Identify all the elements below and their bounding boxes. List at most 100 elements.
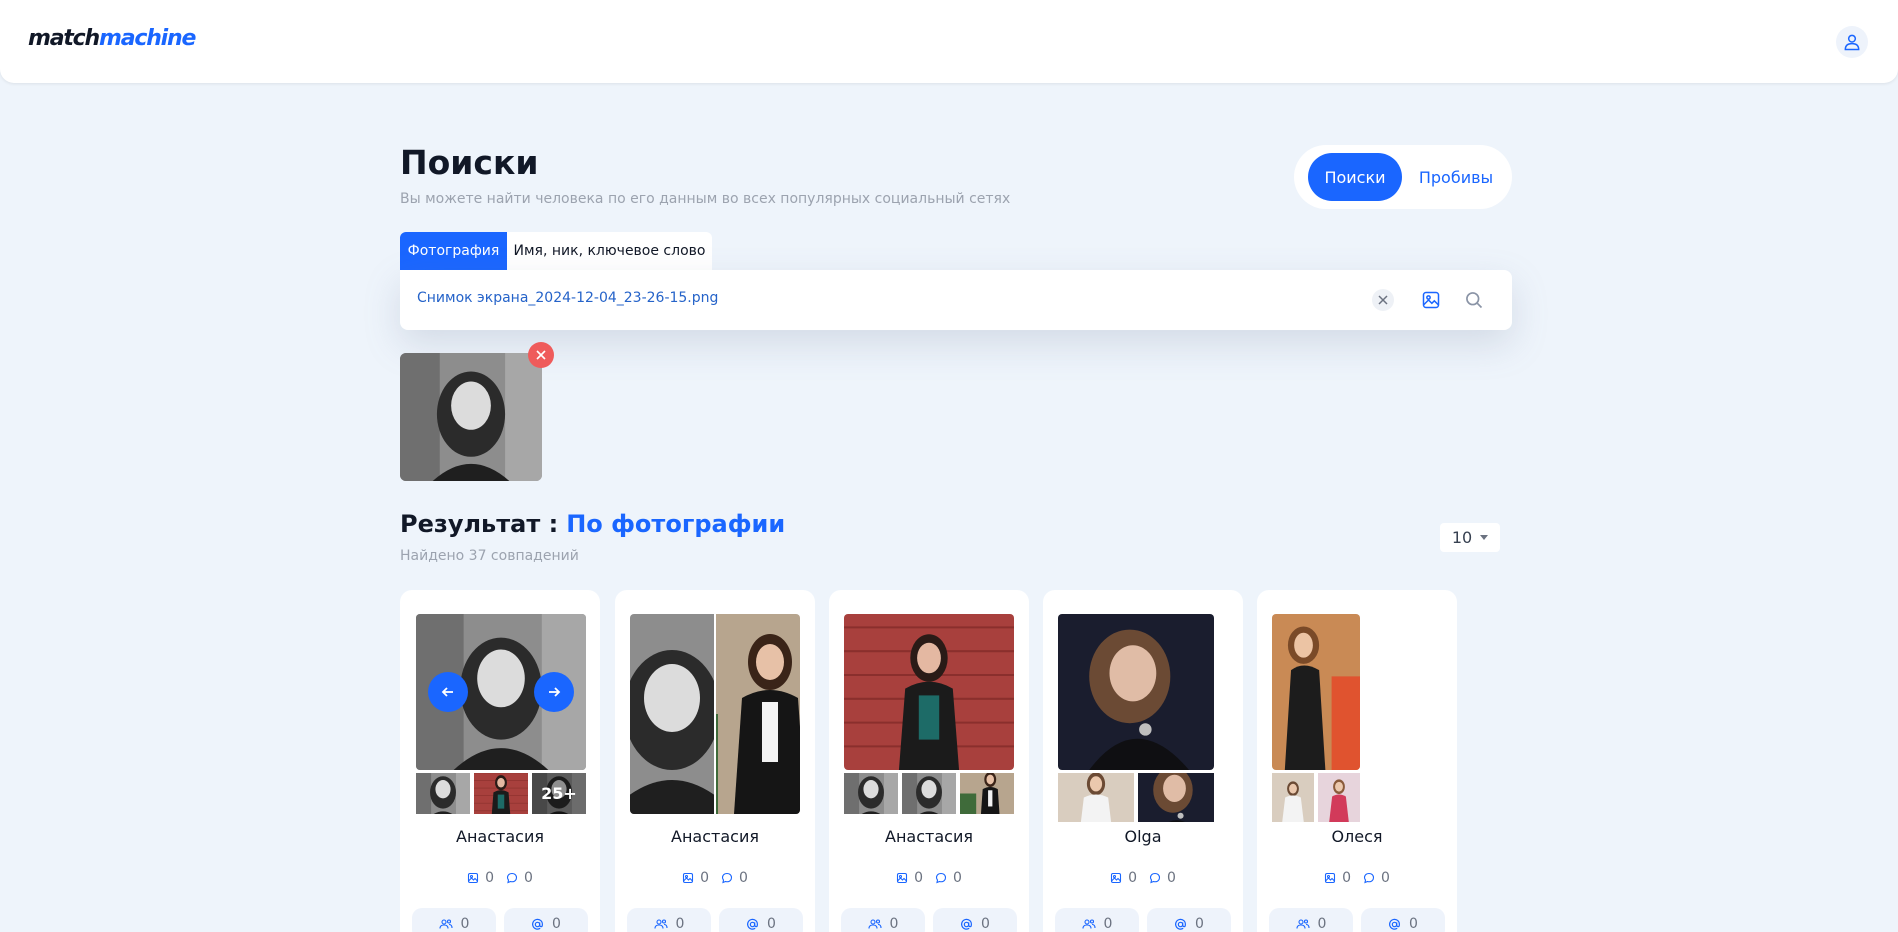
photo-icon [897,872,908,884]
friends-icon [653,919,668,929]
tab-photo[interactable]: Фотография [400,232,507,270]
friends-pill[interactable]: 0 [841,908,925,932]
search-input[interactable]: Снимок экрана_2024-12-04_23-26-15.png [417,290,718,306]
mentions-pill[interactable]: 0 [1361,908,1445,932]
thumb-photo[interactable] [1272,773,1314,822]
photos-count: 0 [1342,870,1351,886]
logo[interactable]: matchmachine [28,26,196,51]
page-subtitle: Вы можете найти человека по его данным в… [400,191,1011,207]
card-stats: 0 0 [829,870,1029,886]
friends-pill[interactable]: 0 [1269,908,1353,932]
chevron-down-icon [1480,535,1489,540]
comments-count: 0 [524,870,533,886]
mentions-pill[interactable]: 0 [933,908,1017,932]
remove-photo-button[interactable] [528,342,554,368]
friends-icon [1081,919,1096,929]
friends-pill[interactable]: 0 [627,908,711,932]
arrow-left-icon [441,687,453,697]
image-icon [1422,291,1440,309]
friends-count: 0 [1103,916,1113,932]
mentions-count: 0 [981,916,990,932]
comment-icon [935,872,947,884]
thumb-photo[interactable] [1138,773,1214,822]
search-button[interactable] [1459,285,1489,315]
photo-icon [468,872,479,884]
photos-count: 0 [1128,870,1137,886]
comments-count: 0 [1381,870,1390,886]
mode-lookups-button[interactable]: Пробивы [1406,153,1506,201]
thumb-photo[interactable] [844,773,898,814]
top-bar: matchmachine [0,0,1898,83]
friends-count: 0 [675,916,685,932]
close-icon [536,350,546,360]
result-card[interactable]: Olga 0 0 0 0 [1043,590,1243,932]
prev-photo-button[interactable] [428,672,468,712]
results-type: По фотографии [566,510,786,538]
mentions-count: 0 [767,916,776,932]
search-icon [1466,292,1483,309]
comment-icon [1149,872,1161,884]
at-icon [1175,918,1187,930]
main-photo [716,614,800,814]
user-menu-button[interactable] [1836,26,1868,58]
thumb-photo[interactable] [902,773,956,814]
friends-pill[interactable]: 0 [412,908,496,932]
page-title: Поиски [400,143,539,182]
thumb-photo[interactable] [1058,773,1134,822]
card-stats: 0 0 [400,870,600,886]
result-card[interactable]: Анастасия 0 0 0 0 [615,590,815,932]
main-photo [1272,614,1360,770]
thumb-photo[interactable] [416,773,470,814]
logo-text-part2: machine [99,26,196,51]
per-page-select[interactable]: 10 [1440,523,1500,552]
mentions-pill[interactable]: 0 [1147,908,1231,932]
thumb-photo[interactable] [1318,773,1360,822]
result-card[interactable]: 25+ Анастасия 0 0 0 0 [400,590,600,932]
photo-icon [1325,872,1336,884]
friends-count: 0 [889,916,899,932]
upload-image-button[interactable] [1416,285,1446,315]
comments-count: 0 [739,870,748,886]
result-card[interactable]: Олеся 0 0 0 0 [1257,590,1457,932]
next-photo-button[interactable] [534,672,574,712]
per-page-value: 10 [1451,528,1473,547]
card-pills: 0 0 [1055,908,1231,932]
photos-count: 0 [485,870,494,886]
at-icon [747,918,759,930]
mentions-pill[interactable]: 0 [719,908,803,932]
comments-count: 0 [1167,870,1176,886]
friends-icon [438,919,453,929]
photo-icon [683,872,694,884]
thumb-photo[interactable] [960,773,1014,814]
person-name: Олеся [1331,827,1383,846]
uploaded-photo [400,353,542,481]
mentions-count: 0 [1195,916,1204,932]
photo-icon [1111,872,1122,884]
person-name: Анастасия [671,827,759,846]
arrow-right-icon [549,687,561,697]
logo-text-part1: match [28,26,100,51]
thumb-photo-more[interactable]: 25+ [532,773,586,814]
photos-count: 0 [914,870,923,886]
result-card[interactable]: Анастасия 0 0 0 0 [829,590,1029,932]
card-pills: 0 0 [412,908,588,932]
clear-icon [1378,295,1388,305]
photos-count: 0 [700,870,709,886]
clear-button[interactable] [1368,285,1398,315]
mode-searches-button[interactable]: Поиски [1308,153,1402,201]
person-name: Анастасия [456,827,544,846]
friends-pill[interactable]: 0 [1055,908,1139,932]
mentions-pill[interactable]: 0 [504,908,588,932]
thumb-photo[interactable] [474,773,528,814]
main-photo [630,614,714,814]
results-title-label: Результат : [400,510,559,538]
card-pills: 0 0 [1269,908,1445,932]
results-count: Найдено 37 совпадений [400,548,579,564]
person-name: Olga [1124,827,1162,846]
comment-icon [1363,872,1375,884]
tab-name-keyword[interactable]: Имя, ник, ключевое слово [507,232,712,270]
card-pills: 0 0 [627,908,803,932]
mentions-count: 0 [552,916,561,932]
comment-icon [506,872,518,884]
mentions-count: 0 [1409,916,1418,932]
